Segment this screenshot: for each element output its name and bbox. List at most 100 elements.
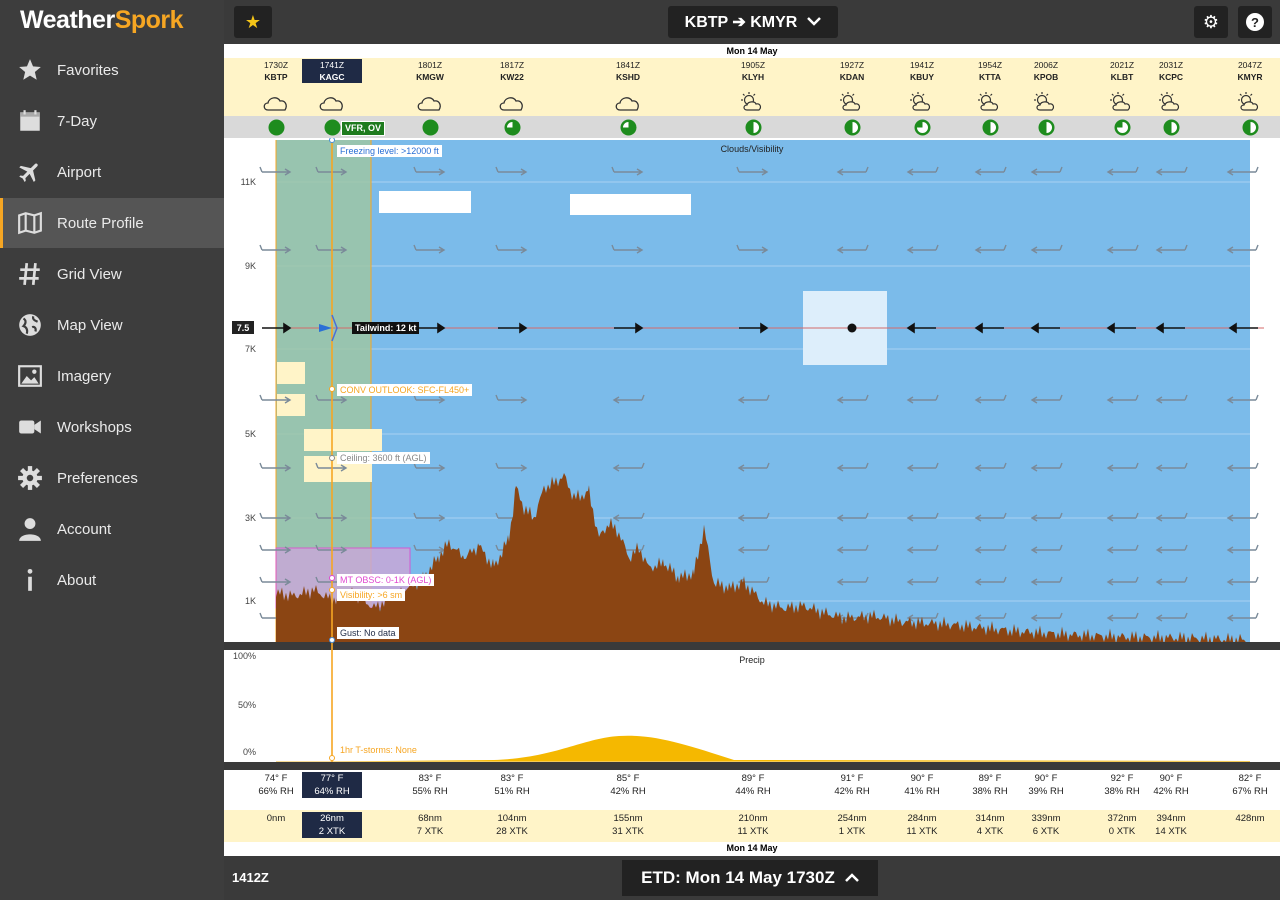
freezing-level-tag: Freezing level: >12000 ft [337, 145, 442, 157]
waypoint-code: KAGC [319, 72, 345, 82]
sidebar-item-label: Route Profile [57, 214, 144, 232]
partly-sunny-icon [1235, 92, 1265, 112]
etd-label: ETD: Mon 14 May 1730Z [641, 868, 835, 887]
temperature: 82° F [1238, 773, 1262, 784]
sidebar-item-label: Airport [57, 163, 102, 181]
sidebar-item-workshops[interactable]: Workshops [0, 402, 224, 452]
help-icon: ? [1246, 13, 1264, 31]
info-icon [15, 565, 45, 595]
distance: 0nm [266, 813, 286, 824]
sidebar-item-7-day[interactable]: 7-Day [0, 96, 224, 146]
sidebar-item-imagery[interactable]: Imagery [0, 351, 224, 401]
waypoint-header[interactable]: 1954Z KTTA [960, 59, 1020, 83]
sidebar-item-label: Map View [57, 316, 123, 334]
temperature: 90° F [910, 773, 934, 784]
waypoint-code: KTTA [978, 72, 1002, 82]
waypoint-header[interactable]: 1741Z KAGC [302, 59, 362, 83]
distance: 26nm [320, 813, 344, 824]
star-icon: ★ [244, 11, 262, 32]
cloudy-icon [415, 92, 445, 112]
settings-button[interactable]: ⚙ [1194, 6, 1228, 38]
cursor-marker [329, 637, 335, 643]
waypoint-header[interactable]: 1841Z KSHD [598, 59, 658, 83]
map-icon [15, 208, 45, 238]
sidebar-item-grid-view[interactable]: Grid View [0, 249, 224, 299]
tailwind-tag: Tailwind: 12 kt [352, 322, 420, 334]
sidebar-item-about[interactable]: About [0, 555, 224, 605]
mountain-obscuration-tag: MT OBSC: 0-1K (AGL) [337, 574, 435, 586]
waypoint-time: 1741Z [319, 60, 345, 70]
waypoint-header[interactable]: 1730Z KBTP [246, 59, 306, 83]
etd-selector[interactable]: ETD: Mon 14 May 1730Z [622, 860, 878, 896]
waypoint-distance: 428nm [1220, 812, 1280, 825]
flight-category-circle [1038, 119, 1055, 136]
chevron-down-icon [807, 13, 822, 31]
waypoint-header[interactable]: 1905Z KLYH [723, 59, 783, 83]
top-bar: ★ KBTP ➔ KMYR ⚙ ? [224, 0, 1280, 44]
waypoint-temp: 89° F 38% RH [960, 772, 1020, 798]
cross-track: 14 XTK [1155, 826, 1187, 837]
waypoint-code: KCPC [1158, 72, 1184, 82]
waypoint-time: 1841Z [615, 60, 641, 70]
waypoint-header[interactable]: 2031Z KCPC [1141, 59, 1201, 83]
waypoint-temp: 77° F 64% RH [302, 772, 362, 798]
waypoint-code: KW22 [500, 72, 524, 82]
waypoint-header[interactable]: 2006Z KPOB [1016, 59, 1076, 83]
altitude-tick-label: 11K [241, 177, 256, 187]
sidebar-item-favorites[interactable]: Favorites [0, 45, 224, 95]
altitude-tick-label: 3K [245, 513, 256, 523]
ceiling-box [277, 394, 305, 416]
user-icon [15, 514, 45, 544]
precip-labels: 100% 50% 0% [233, 651, 256, 757]
route-selector[interactable]: KBTP ➔ KMYR [668, 6, 838, 38]
cursor-marker [329, 755, 335, 761]
waypoint-code: KMGW [416, 72, 444, 82]
ceiling-tag: Ceiling: 3600 ft (AGL) [337, 452, 430, 464]
sidebar-item-label: 7-Day [57, 112, 98, 130]
sidebar-item-airport[interactable]: Airport [0, 147, 224, 197]
waypoint-header[interactable]: 1941Z KBUY [892, 59, 952, 83]
waypoint-temp: 74° F 66% RH [246, 772, 306, 798]
temperature: 91° F [840, 773, 864, 784]
date-bottom: Mon 14 May [726, 843, 778, 853]
flight-category-circle [620, 119, 637, 136]
cross-track: 2 XTK [318, 826, 346, 837]
waypoint-header[interactable]: 2047Z KMYR [1220, 59, 1280, 83]
precip-title: Precip [739, 655, 765, 665]
help-button[interactable]: ? [1238, 6, 1272, 38]
temperature: 85° F [616, 773, 640, 784]
sidebar-item-map-view[interactable]: Map View [0, 300, 224, 350]
waypoint-code: KDAN [839, 72, 865, 82]
distance: 254nm [837, 813, 867, 824]
temperature: 89° F [978, 773, 1002, 784]
temperature: 89° F [741, 773, 765, 784]
waypoint-time: 1941Z [909, 60, 935, 70]
distance: 210nm [738, 813, 768, 824]
altitude-tick-label: 7K [245, 344, 256, 354]
sidebar-item-preferences[interactable]: Preferences [0, 453, 224, 503]
bottom-bar: 1412Z ETD: Mon 14 May 1730Z [224, 856, 1280, 900]
relative-humidity: 55% RH [412, 786, 448, 797]
waypoint-code: KPOB [1033, 72, 1059, 82]
sidebar-item-account[interactable]: Account [0, 504, 224, 554]
precip-tick-label: 0% [243, 747, 256, 757]
waypoint-distance: 394nm 14 XTK [1141, 812, 1201, 838]
waypoint-header[interactable]: 1801Z KMGW [400, 59, 460, 83]
flight-category-tag: VFR, OV [341, 121, 386, 136]
plane-icon [15, 157, 45, 187]
waypoint-temp: 85° F 42% RH [598, 772, 658, 798]
flight-category-circle [268, 119, 285, 136]
favorite-star-button[interactable]: ★ [234, 6, 272, 38]
calm-wind-dot [847, 323, 857, 333]
waypoint-time: 1927Z [839, 60, 865, 70]
logo[interactable]: WeatherSpork [20, 6, 184, 35]
altitude-tick-label: 1K [245, 596, 256, 606]
flight-category-circle [844, 119, 861, 136]
flight-category-circle [504, 119, 521, 136]
flight-category-circle [982, 119, 999, 136]
waypoint-distance: 68nm 7 XTK [400, 812, 460, 838]
sidebar-item-route-profile[interactable]: Route Profile [0, 198, 224, 248]
waypoint-header[interactable]: 1817Z KW22 [482, 59, 542, 83]
convective-outlook-tag: CONV OUTLOOK: SFC-FL450+ [337, 384, 473, 396]
waypoint-header[interactable]: 1927Z KDAN [822, 59, 882, 83]
